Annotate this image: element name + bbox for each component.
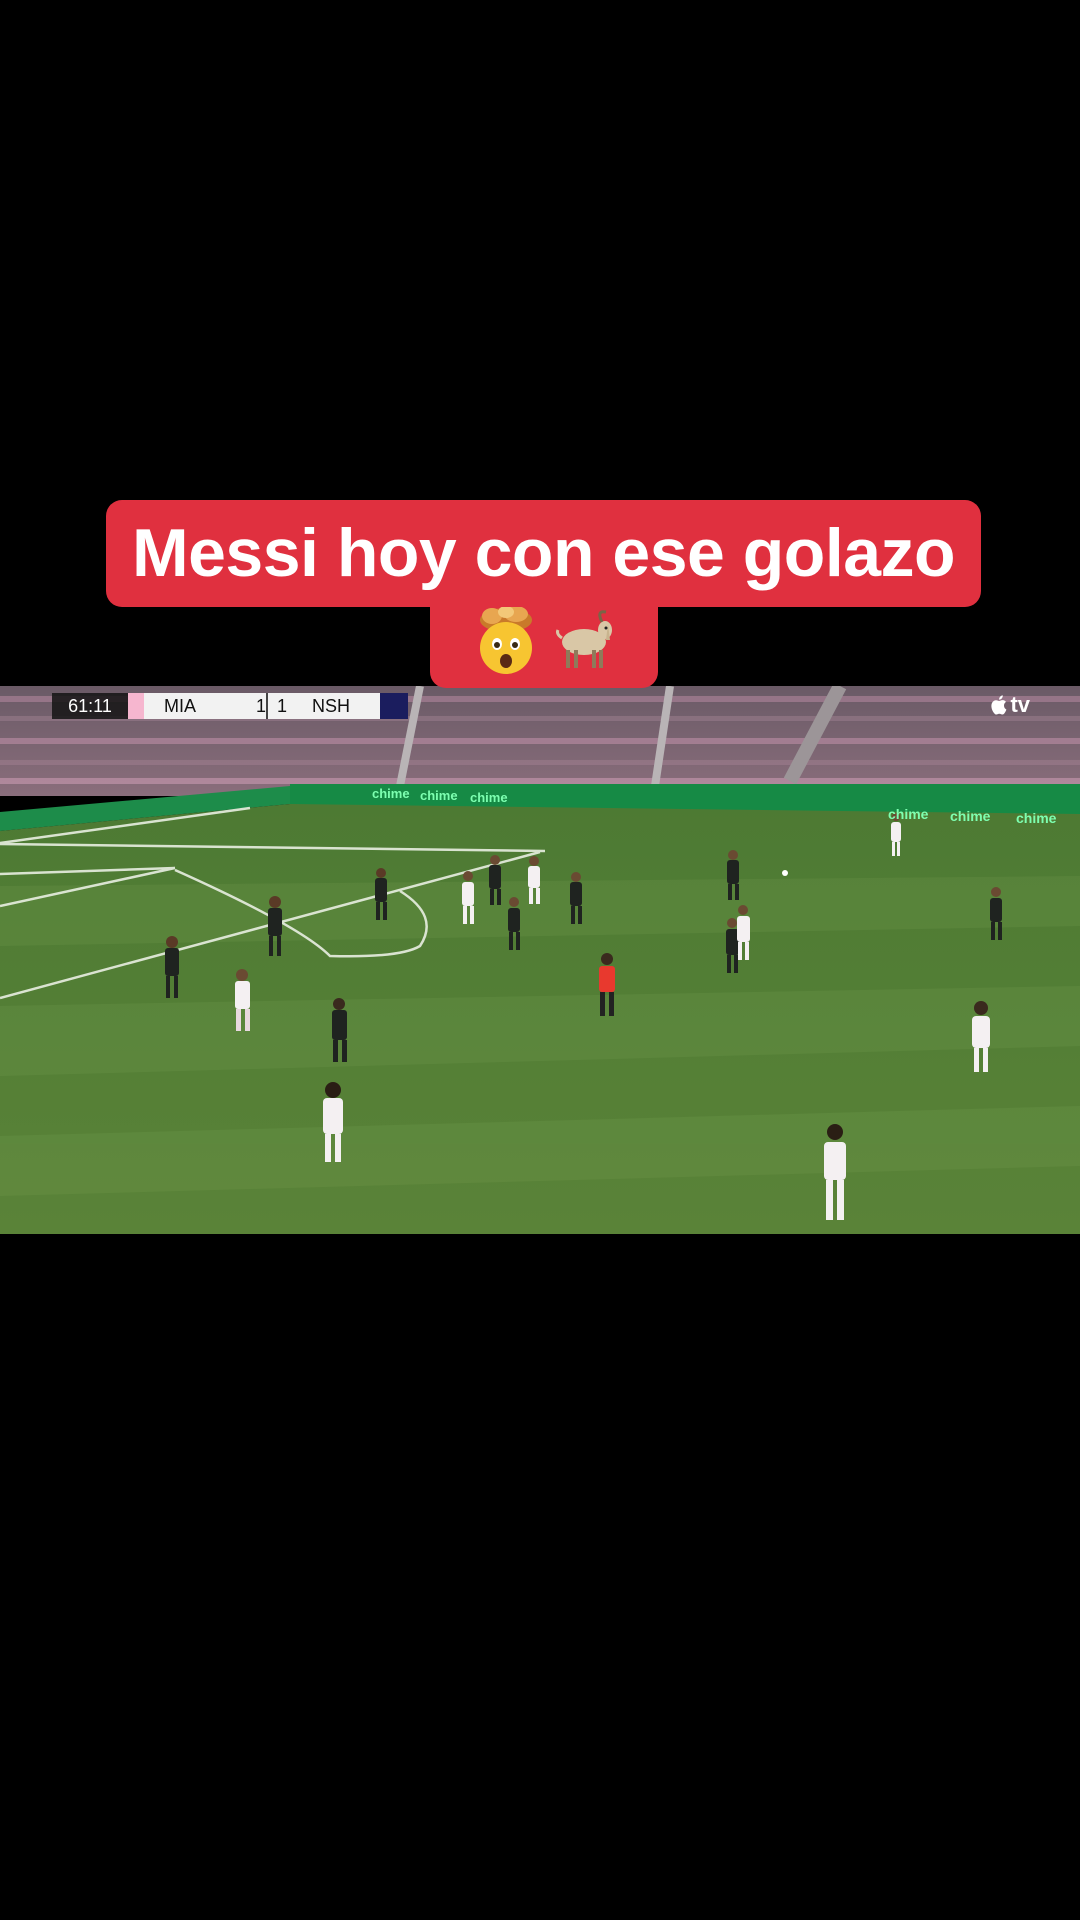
away-team-color — [380, 693, 408, 719]
match-clock: 61:11 — [52, 693, 128, 719]
away-team-name: NSH — [312, 695, 351, 716]
ad-board-5: chime — [950, 808, 991, 824]
match-video-frame[interactable]: chime chime chime chime chime chime — [0, 686, 1080, 1234]
ad-board-6: chime — [1016, 810, 1057, 826]
tv-label: tv — [1010, 692, 1030, 717]
home-team-color — [128, 693, 144, 719]
away-team-block: 1 NSH — [268, 693, 380, 719]
ad-board-2: chime — [420, 788, 458, 803]
home-team-block: MIA 1 — [128, 693, 266, 719]
apple-tv-logo: tv — [990, 692, 1030, 718]
caption-text: Messi hoy con ese golazo — [106, 500, 981, 607]
football-pitch-scene — [0, 686, 1080, 1234]
ad-board-3: chime — [470, 790, 508, 805]
tiktok-video-page: Messi hoy con ese golazo chime chime chi… — [0, 0, 1080, 1920]
scoreboard: 61:11 MIA 1 1 NSH — [52, 693, 408, 719]
mind-blown-emoji-icon — [480, 606, 532, 674]
ad-board-4: chime — [888, 806, 929, 822]
home-team-name: MIA — [164, 695, 197, 716]
home-team-score: 1 — [255, 695, 266, 716]
apple-icon — [991, 695, 1007, 715]
goat-emoji-icon — [556, 610, 612, 668]
away-team-score: 1 — [276, 695, 287, 716]
ad-board-1: chime — [372, 786, 410, 801]
